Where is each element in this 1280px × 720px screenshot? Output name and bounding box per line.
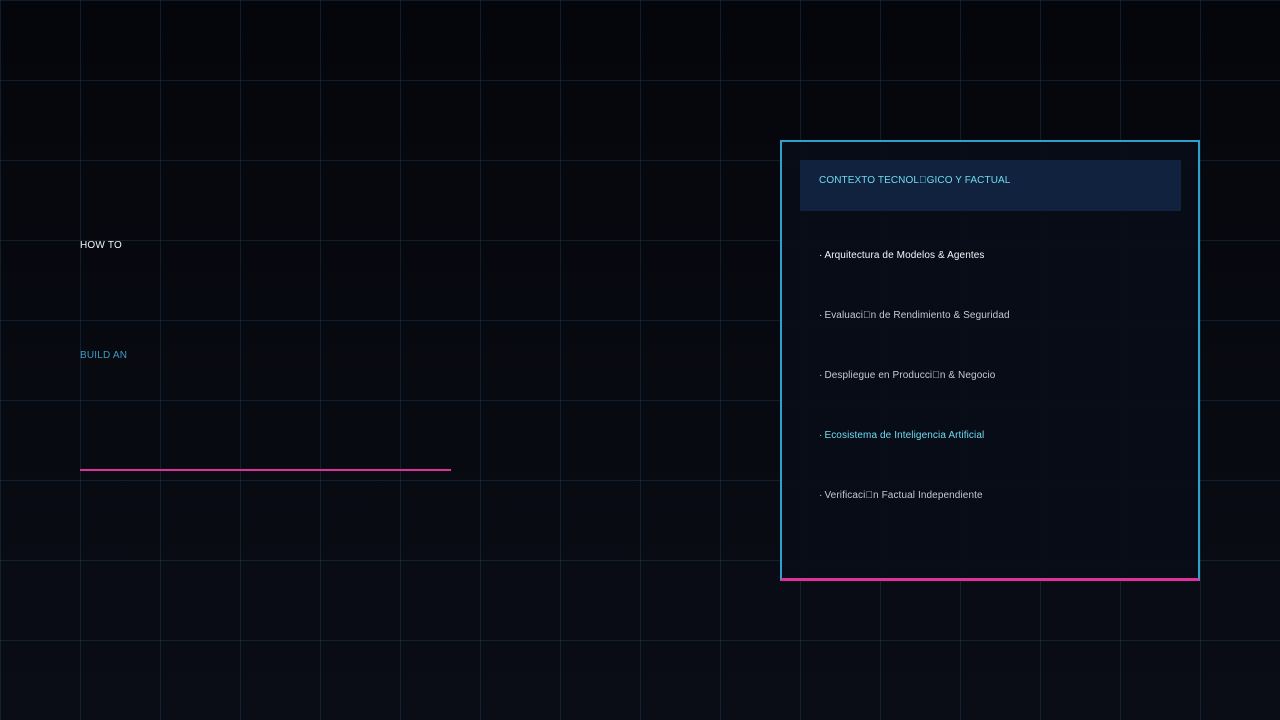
bullet-dot-icon: · <box>819 370 823 381</box>
list-item: · Ecosistema de Inteligencia Artificial <box>819 430 984 442</box>
list-item: · Arquitectura de Modelos & Agentes <box>819 250 985 262</box>
list-item-label: Evaluaci n de Rendimiento & Seguridad <box>824 310 1010 321</box>
context-panel-header: CONTEXTO TECNOL GICO Y FACTUAL <box>800 160 1181 211</box>
list-item-label: Ecosistema de Inteligencia Artificial <box>824 430 985 441</box>
list-item: · Despliegue en Producci n & Negocio <box>819 370 995 382</box>
bullet-dot-icon: · <box>819 430 823 441</box>
bullet-dot-icon: · <box>819 310 823 321</box>
list-item-label: Despliegue en Producci n & Negocio <box>824 370 996 381</box>
list-item: · Verificaci n Factual Independiente <box>819 490 983 502</box>
hero-underline-divider <box>80 469 451 471</box>
slide-canvas: HOW TO BUILD AN CONTEXTO TECNOL GICO Y F… <box>0 0 1280 720</box>
list-item: · Evaluaci n de Rendimiento & Seguridad <box>819 310 1010 322</box>
hero-heading-line-1: HOW TO <box>80 240 122 251</box>
bullet-dot-icon: · <box>819 490 823 501</box>
hero-heading-line-2: BUILD AN <box>80 350 128 361</box>
context-panel-title: CONTEXTO TECNOL GICO Y FACTUAL <box>819 175 1011 186</box>
context-panel: CONTEXTO TECNOL GICO Y FACTUAL · Arquitec… <box>780 140 1200 581</box>
list-item-label: Arquitectura de Modelos & Agentes <box>824 250 985 261</box>
bullet-dot-icon: · <box>819 250 823 261</box>
list-item-label: Verificaci n Factual Independiente <box>824 490 983 501</box>
